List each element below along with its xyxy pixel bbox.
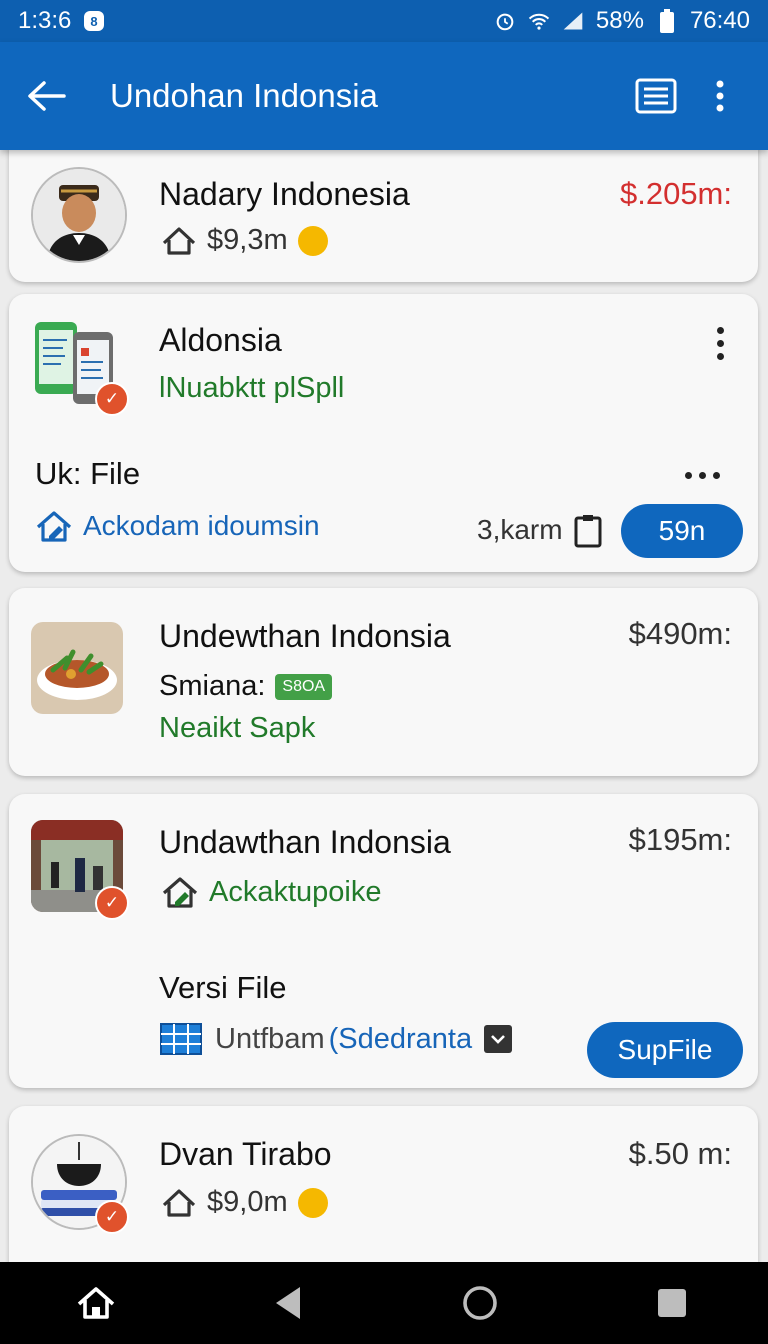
more-options-button[interactable] [688, 64, 752, 128]
arrow-left-icon [28, 81, 66, 111]
item-name: Dvan Tirabo [159, 1136, 332, 1172]
count-text: 3,karm [477, 514, 563, 545]
svg-text:8: 8 [91, 14, 98, 29]
item-link[interactable]: Ackaktupoike [161, 874, 382, 910]
item-price: $.50 m: [628, 1136, 732, 1171]
item-name: Undewthan Indonsia [159, 618, 451, 654]
house-edit-icon [162, 877, 198, 908]
list-item[interactable]: Undewthan Indonsia $490m: Smiana: S8OA N… [9, 588, 758, 776]
square-recents-icon [658, 1289, 686, 1317]
chevron-down-icon [484, 1025, 513, 1053]
status-bar: 1:3:6 8 58% 76:40 [0, 0, 768, 42]
page-title: Undohan Indonsia [110, 77, 378, 114]
item-price: $490m: [628, 616, 732, 651]
status-badge: S8OA [275, 673, 333, 700]
more-vert-icon [716, 80, 724, 112]
status-clock: 76:40 [689, 7, 750, 34]
app-bar: Undohan Indonsia [0, 42, 768, 150]
coin-icon [297, 1187, 328, 1218]
item-sub-price-row: $9,0m [161, 1186, 328, 1219]
detail-label: Smiana: [159, 670, 266, 702]
sub-price: $9,3m [207, 224, 288, 256]
triangle-back-icon [276, 1287, 300, 1319]
version-select[interactable]: Untfbam (Sdedranta [159, 1022, 513, 1056]
item-price: $.205m: [619, 176, 732, 211]
item-count: 3,karm [477, 512, 603, 548]
table-icon [160, 1023, 202, 1055]
verified-check-icon: ✓ [95, 382, 129, 416]
more-horiz-button[interactable] [685, 472, 720, 479]
item-menu-button[interactable] [700, 318, 740, 368]
file-label: Versi File [159, 970, 287, 1005]
action-button[interactable]: SupFile [587, 1022, 743, 1078]
avatar [31, 167, 127, 263]
battery-icon [656, 9, 678, 33]
home-icon [162, 226, 196, 255]
item-name: Undawthan Indonsia [159, 824, 451, 860]
status-time: 1:3:6 [18, 7, 72, 34]
list-item[interactable]: Nadary Indonesia $.205m: $9,3m [9, 150, 758, 282]
verified-check-icon: ✓ [95, 1200, 129, 1234]
nav-home-circle-button[interactable] [445, 1268, 515, 1338]
item-price: $195m: [628, 822, 732, 857]
circle-home-icon [463, 1286, 497, 1320]
clipboard-icon [574, 515, 602, 548]
list-item[interactable]: ✓ Undawthan Indonsia $195m: Ackaktupoike… [9, 794, 758, 1088]
action-button[interactable]: 59n [621, 504, 743, 558]
back-button[interactable] [10, 60, 82, 132]
item-sub-price-row: $9,3m [161, 224, 328, 257]
signal-icon [562, 10, 584, 32]
notification-icon: 8 [83, 10, 105, 32]
coin-icon [297, 225, 328, 256]
nav-back-button[interactable] [253, 1268, 323, 1338]
home-icon [77, 1287, 115, 1319]
list-item[interactable]: ✓ Aldonsia lNuabktt plSpll Uk: File Acko… [9, 294, 758, 572]
house-edit-icon [36, 511, 72, 542]
select-value: Untfbam [215, 1022, 325, 1055]
verified-check-icon: ✓ [95, 886, 129, 920]
link-text: Ackaktupoike [209, 875, 382, 908]
item-subtitle: Neaikt Sapk [159, 712, 316, 744]
list-icon [635, 78, 677, 114]
alarm-icon [494, 10, 516, 32]
file-label: Uk: File [35, 456, 141, 491]
listing-list: Nadary Indonesia $.205m: $9,3m ✓ Aldonsi… [0, 150, 768, 1262]
battery-percent: 58% [595, 7, 644, 34]
link-text: Ackodam idoumsin [83, 510, 320, 541]
food-thumbnail [31, 622, 123, 714]
home-icon [162, 1188, 196, 1217]
nav-recents-button[interactable] [637, 1268, 707, 1338]
item-link[interactable]: Ackodam idoumsin [35, 508, 320, 544]
item-detail-row: Smiana: S8OA [159, 670, 333, 703]
select-value-secondary: (Sdedranta [328, 1022, 473, 1055]
sub-price: $9,0m [207, 1186, 288, 1218]
list-view-button[interactable] [624, 64, 688, 128]
item-name: Aldonsia [159, 322, 282, 358]
item-subtitle: lNuabktt plSpll [159, 372, 345, 404]
nav-home-button[interactable] [61, 1268, 131, 1338]
list-item[interactable]: ✓ Dvan Tirabo $.50 m: $9,0m [9, 1106, 758, 1262]
wifi-icon [528, 10, 550, 32]
system-nav-bar [0, 1262, 768, 1344]
item-name: Nadary Indonesia [159, 176, 410, 212]
